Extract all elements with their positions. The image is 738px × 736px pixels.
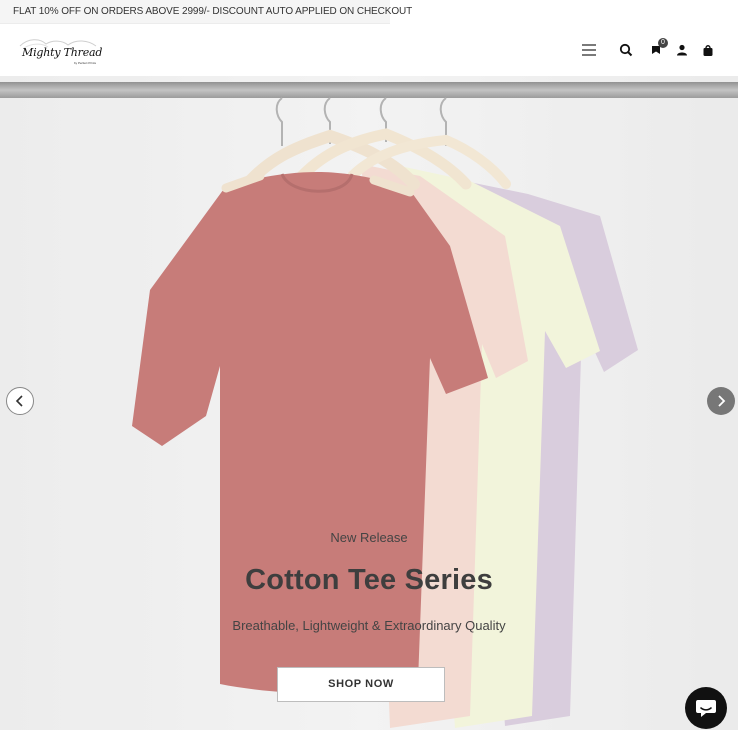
logo-subtitle: by Perfect Prints bbox=[74, 61, 97, 65]
shop-now-button[interactable]: SHOP NOW bbox=[277, 667, 445, 702]
menu-button[interactable] bbox=[579, 40, 599, 60]
announcement-text: FLAT 10% OFF ON ORDERS ABOVE 2999/- DISC… bbox=[13, 6, 413, 17]
menu-icon bbox=[582, 44, 596, 56]
carousel-next-button[interactable] bbox=[707, 387, 735, 415]
chat-button[interactable] bbox=[685, 687, 727, 729]
hero-subtitle: Breathable, Lightweight & Extraordinary … bbox=[232, 618, 506, 633]
search-button[interactable] bbox=[616, 40, 636, 60]
announcement-bar: FLAT 10% OFF ON ORDERS ABOVE 2999/- DISC… bbox=[0, 0, 412, 24]
chevron-left-icon bbox=[15, 395, 23, 407]
logo[interactable]: Mighty Thread bbox=[22, 46, 102, 59]
wishlist-button[interactable]: 0 bbox=[646, 38, 668, 60]
account-icon bbox=[677, 44, 687, 56]
search-icon bbox=[619, 43, 633, 57]
hero-eyebrow: New Release bbox=[330, 530, 408, 545]
account-button[interactable] bbox=[672, 40, 692, 60]
carousel-prev-button[interactable] bbox=[6, 387, 34, 415]
site-header: Mighty Thread by Perfect Prints 0 bbox=[0, 24, 738, 76]
hero-title: Cotton Tee Series bbox=[245, 564, 493, 596]
chat-bubble-icon bbox=[696, 700, 716, 717]
chevron-right-icon bbox=[718, 395, 726, 407]
cart-icon bbox=[703, 44, 713, 56]
wishlist-count-badge: 0 bbox=[658, 38, 668, 48]
hero-banner: New Release Cotton Tee Series Breathable… bbox=[0, 76, 738, 730]
cart-button[interactable] bbox=[698, 40, 718, 60]
page-bottom-strip bbox=[0, 730, 738, 736]
